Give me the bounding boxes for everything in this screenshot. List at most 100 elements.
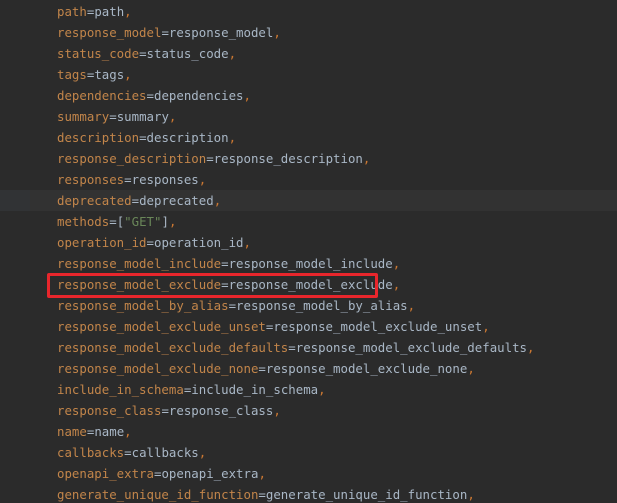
- code-line[interactable]: status_code=status_code,: [0, 43, 617, 64]
- assignment-operator: =: [258, 361, 266, 376]
- comma: ,: [467, 487, 475, 502]
- argument-value: response_model_exclude: [228, 277, 393, 292]
- comma: ,: [124, 424, 132, 439]
- assignment-operator: =: [131, 193, 140, 208]
- code-area[interactable]: path=path, response_model=response_model,…: [0, 1, 617, 503]
- keyword-argument-name: openapi_extra: [57, 466, 154, 481]
- code-line[interactable]: name=name,: [0, 421, 617, 442]
- comma: ,: [213, 193, 222, 208]
- current-line-gutter: [0, 190, 30, 211]
- code-line[interactable]: operation_id=operation_id,: [0, 232, 617, 253]
- comma: ,: [228, 130, 237, 145]
- keyword-argument-name: tags: [57, 67, 87, 82]
- code-line[interactable]: dependencies=dependencies,: [0, 85, 617, 106]
- keyword-argument-name: name: [57, 424, 87, 439]
- keyword-argument-name: description: [57, 130, 140, 145]
- code-line[interactable]: tags=tags,: [0, 64, 617, 85]
- comma: ,: [168, 109, 177, 124]
- argument-value: response_model_by_alias: [236, 298, 408, 313]
- argument-value: include_in_schema: [191, 382, 319, 397]
- code-editor[interactable]: path=path, response_model=response_model,…: [0, 0, 617, 503]
- comma: ,: [198, 172, 207, 187]
- comma: ,: [243, 235, 251, 250]
- comma: ,: [318, 382, 326, 397]
- code-line[interactable]: deprecated=deprecated,: [0, 190, 617, 211]
- code-line[interactable]: path=path,: [0, 1, 617, 22]
- comma: ,: [228, 46, 237, 61]
- comma: ,: [258, 466, 266, 481]
- code-line[interactable]: include_in_schema=include_in_schema,: [0, 379, 617, 400]
- code-line-highlighted[interactable]: response_model_exclude=response_model_ex…: [0, 274, 617, 295]
- assignment-operator: =: [146, 235, 154, 250]
- argument-value: deprecated: [139, 193, 214, 208]
- keyword-argument-name: responses: [57, 172, 125, 187]
- comma: ,: [467, 361, 475, 376]
- code-line[interactable]: summary=summary,: [0, 106, 617, 127]
- argument-value: response_model_exclude_none: [265, 361, 468, 376]
- argument-value: generate_unique_id_function: [265, 487, 468, 502]
- keyword-argument-name: response_model_include: [57, 256, 222, 271]
- code-line[interactable]: response_model_exclude_defaults=response…: [0, 337, 617, 358]
- code-line[interactable]: openapi_extra=openapi_extra,: [0, 463, 617, 484]
- code-line[interactable]: callbacks=callbacks,: [0, 442, 617, 463]
- assignment-operator: =: [109, 214, 117, 229]
- keyword-argument-name: methods: [57, 214, 110, 229]
- keyword-argument-name: response_model_exclude_defaults: [57, 340, 289, 355]
- comma: ,: [392, 277, 401, 292]
- code-line[interactable]: response_model_exclude_none=response_mod…: [0, 358, 617, 379]
- comma: ,: [198, 445, 207, 460]
- keyword-argument-name: include_in_schema: [57, 382, 184, 397]
- assignment-operator: =: [124, 172, 132, 187]
- argument-value: response_model_exclude_defaults: [295, 340, 527, 355]
- code-line[interactable]: response_model_by_alias=response_model_b…: [0, 295, 617, 316]
- assignment-operator: =: [161, 25, 169, 40]
- argument-value: responses: [131, 172, 199, 187]
- code-line[interactable]: response_class=response_class,: [0, 400, 617, 421]
- keyword-argument-name: operation_id: [57, 235, 147, 250]
- code-line[interactable]: response_model=response_model,: [0, 22, 617, 43]
- assignment-operator: =: [258, 487, 266, 502]
- code-line[interactable]: generate_unique_id_function=generate_uni…: [0, 484, 617, 503]
- keyword-argument-name: response_model: [57, 25, 162, 40]
- code-line[interactable]: responses=responses,: [0, 169, 617, 190]
- argument-value: summary: [116, 109, 169, 124]
- keyword-argument-name: callbacks: [57, 445, 125, 460]
- keyword-argument-name: path: [57, 4, 87, 19]
- comma: ,: [527, 340, 535, 355]
- argument-value: status_code: [146, 46, 229, 61]
- comma: ,: [273, 403, 281, 418]
- comma: ,: [392, 256, 401, 271]
- assignment-operator: =: [228, 298, 237, 313]
- argument-value: name: [94, 424, 125, 439]
- assignment-operator: =: [161, 403, 169, 418]
- assignment-operator: =: [124, 445, 132, 460]
- argument-value: response_class: [168, 403, 274, 418]
- argument-value: response_model: [168, 25, 274, 40]
- comma: ,: [407, 298, 416, 313]
- comma: ,: [124, 67, 132, 82]
- keyword-argument-name: response_model_by_alias: [57, 298, 229, 313]
- keyword-argument-name: dependencies: [57, 88, 147, 103]
- argument-value: response_description: [213, 151, 363, 166]
- comma: ,: [273, 25, 281, 40]
- code-line[interactable]: response_description=response_descriptio…: [0, 148, 617, 169]
- keyword-argument-name: response_description: [57, 151, 207, 166]
- code-line[interactable]: response_model_exclude_unset=response_mo…: [0, 316, 617, 337]
- keyword-argument-name: response_model_exclude_unset: [57, 319, 266, 334]
- comma: ,: [243, 88, 251, 103]
- keyword-argument-name: response_class: [57, 403, 162, 418]
- comma: ,: [168, 214, 177, 229]
- code-line[interactable]: methods=["GET"],: [0, 211, 617, 232]
- argument-value: operation_id: [154, 235, 244, 250]
- assignment-operator: =: [109, 109, 117, 124]
- argument-value: description: [146, 130, 229, 145]
- assignment-operator: =: [288, 340, 296, 355]
- argument-value: tags: [94, 67, 125, 82]
- keyword-argument-name: response_model_exclude: [57, 277, 222, 292]
- keyword-argument-name: response_model_exclude_none: [57, 361, 259, 376]
- code-line[interactable]: response_model_include=response_model_in…: [0, 253, 617, 274]
- code-line[interactable]: description=description,: [0, 127, 617, 148]
- keyword-argument-name: status_code: [57, 46, 140, 61]
- argument-value: path: [94, 4, 125, 19]
- comma: ,: [482, 319, 490, 334]
